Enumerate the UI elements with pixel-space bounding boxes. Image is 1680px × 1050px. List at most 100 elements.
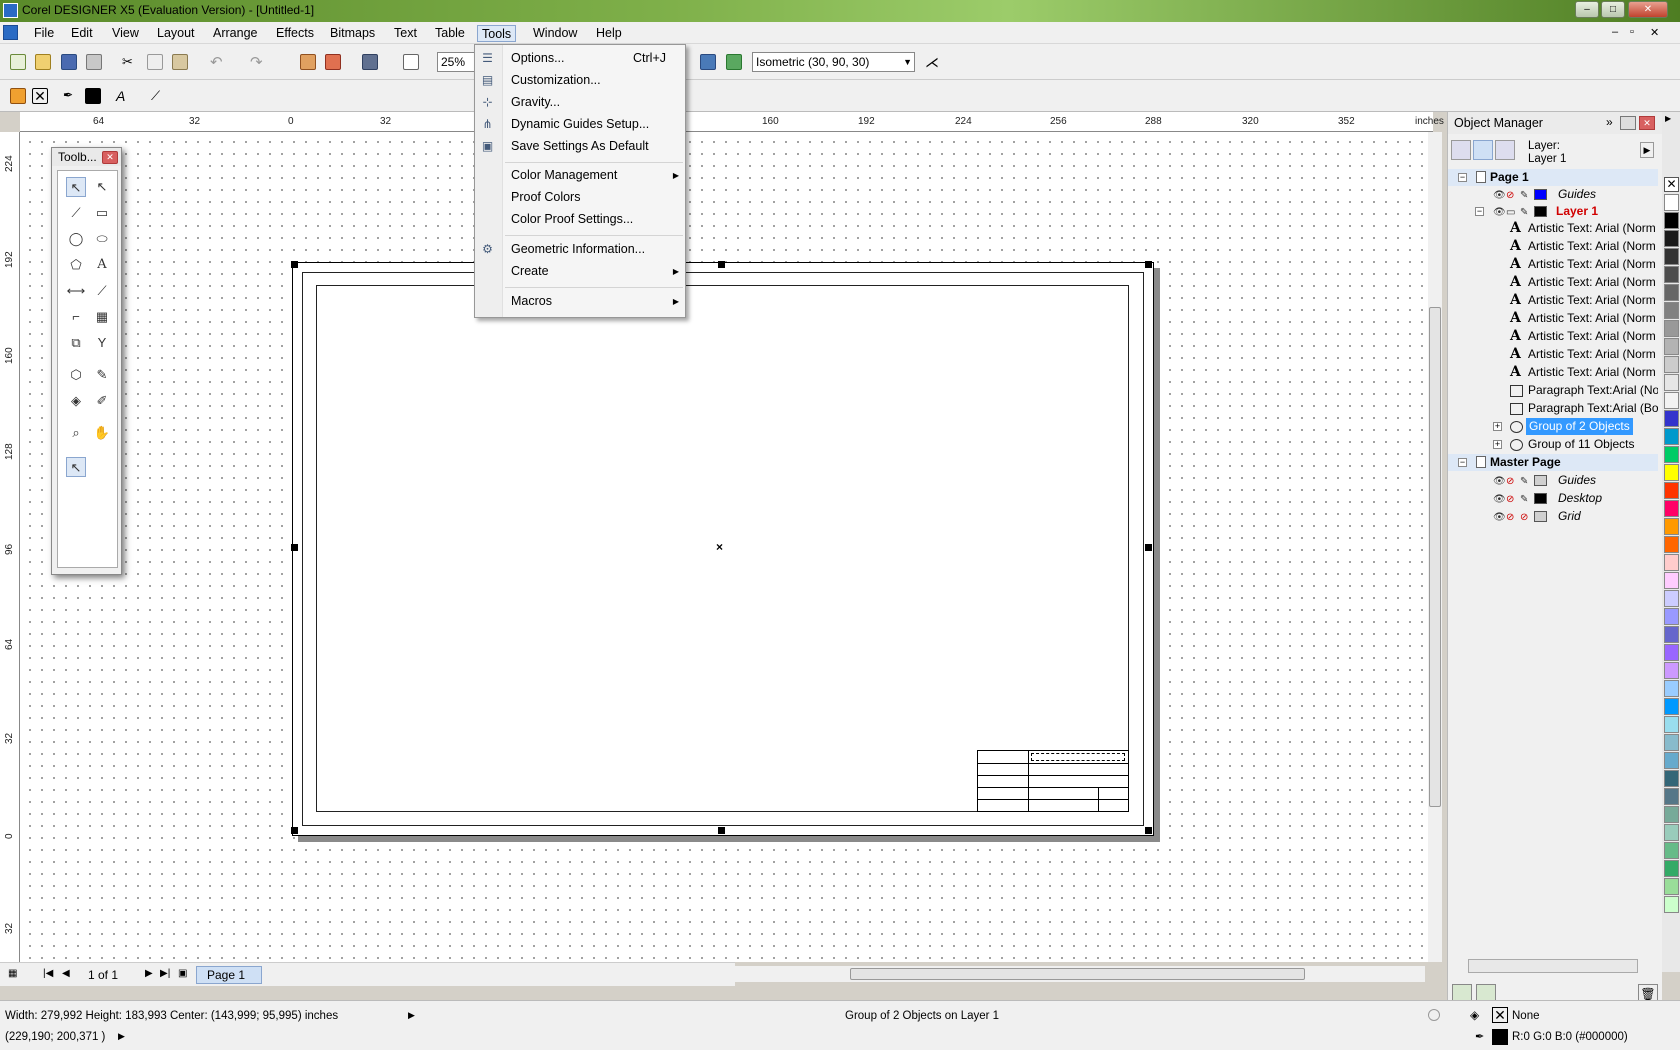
vertical-ruler[interactable]: 224 192 160 128 96 64 32 0 32 <box>0 132 20 962</box>
page-options-icon[interactable]: ▦ <box>8 968 17 979</box>
shape-tool-icon[interactable]: ↖ <box>92 177 112 197</box>
panel-close-icon[interactable]: ✕ <box>1639 116 1655 130</box>
palette-swatch[interactable] <box>1664 734 1679 751</box>
extrude-tool-icon[interactable]: ⬡ <box>66 365 86 385</box>
object-row[interactable]: A Artistic Text: Arial (Norm <box>1448 256 1658 273</box>
palette-swatch[interactable] <box>1664 230 1679 247</box>
fill-icon[interactable] <box>10 88 26 104</box>
pointer-tool-icon[interactable]: ↖ <box>66 457 86 477</box>
selection-handle[interactable] <box>1145 827 1152 834</box>
zoom-level-select[interactable]: 25% <box>437 52 477 72</box>
menu-gravity[interactable]: ⊹ Gravity... <box>475 92 685 113</box>
selection-handle[interactable] <box>718 261 725 268</box>
palette-swatch[interactable] <box>1664 302 1679 319</box>
next-page-icon[interactable]: ▶ <box>145 968 153 979</box>
group-row-selected[interactable]: + Group of 2 Objects <box>1448 418 1658 435</box>
palette-swatch[interactable] <box>1664 878 1679 895</box>
menu-customization[interactable]: ▤ Customization... <box>475 70 685 91</box>
object-row[interactable]: A Artistic Text: Arial (Norm <box>1448 292 1658 309</box>
connector-tool-icon[interactable]: ⟋ <box>92 281 112 301</box>
object-row[interactable]: A Artistic Text: Arial (Norm <box>1448 310 1658 327</box>
show-object-properties-icon[interactable] <box>1473 140 1493 160</box>
print-disabled-icon[interactable]: ⊘ <box>1506 509 1514 525</box>
palette-swatch[interactable] <box>1664 572 1679 589</box>
application-launcher-icon[interactable] <box>362 54 378 70</box>
vertical-scrollbar[interactable] <box>1428 132 1442 962</box>
palette-swatch[interactable] <box>1664 212 1679 229</box>
callout-tool-icon[interactable]: ⌐ <box>66 307 86 327</box>
palette-swatch[interactable] <box>1664 752 1679 769</box>
menu-dynamic-guides[interactable]: ⋔ Dynamic Guides Setup... <box>475 114 685 135</box>
palette-swatch[interactable] <box>1664 554 1679 571</box>
menu-color-proof-settings[interactable]: Color Proof Settings... <box>475 209 685 230</box>
palette-swatch[interactable] <box>1664 338 1679 355</box>
menu-table[interactable]: Table <box>431 25 469 42</box>
palette-swatch[interactable] <box>1664 860 1679 877</box>
mdi-close-icon[interactable]: ✕ <box>1650 26 1659 39</box>
polygon-tool-icon[interactable]: ⬠ <box>66 255 86 275</box>
dimension-tool-icon[interactable]: ⟷ <box>66 281 86 301</box>
save-icon[interactable] <box>61 54 77 70</box>
object-row[interactable]: A Artistic Text: Arial (Norm <box>1448 328 1658 345</box>
menu-help[interactable]: Help <box>592 25 626 42</box>
palette-swatch[interactable] <box>1664 248 1679 265</box>
palette-swatch[interactable] <box>1664 698 1679 715</box>
fill-tool-icon[interactable]: ◈ <box>66 391 86 411</box>
object-row[interactable]: A Artistic Text: Arial (Norm <box>1448 220 1658 237</box>
panel-minimize-icon[interactable] <box>1620 116 1636 130</box>
blend-tool-icon[interactable]: Y <box>92 333 112 353</box>
horizontal-ruler[interactable]: 64 32 0 32 160 192 224 256 288 320 352 i… <box>20 112 1444 132</box>
object-manager-hscroll[interactable] <box>1468 959 1638 973</box>
palette-swatch[interactable] <box>1664 356 1679 373</box>
palette-swatch[interactable] <box>1664 626 1679 643</box>
palette-swatch[interactable] <box>1664 266 1679 283</box>
last-page-icon[interactable]: ▶| <box>160 968 170 979</box>
maximize-button[interactable]: □ <box>1601 1 1625 18</box>
palette-swatch[interactable] <box>1664 446 1679 463</box>
no-fill-icon[interactable]: ✕ <box>32 88 48 104</box>
undo-icon[interactable]: ↶ <box>210 53 226 71</box>
full-screen-preview-icon[interactable] <box>403 54 419 70</box>
palette-swatch[interactable] <box>1664 284 1679 301</box>
menu-tools[interactable]: Tools <box>477 25 517 42</box>
visibility-eye-icon[interactable]: 👁 <box>1493 204 1506 220</box>
table-tool-icon[interactable]: ▦ <box>92 307 112 327</box>
menu-macros[interactable]: Macros ▶ <box>475 291 685 312</box>
group-row[interactable]: + Group of 11 Objects <box>1448 436 1658 453</box>
selection-handle[interactable] <box>1145 261 1152 268</box>
toolbox-close-icon[interactable]: ✕ <box>102 151 118 164</box>
page-tab[interactable]: Page 1 <box>196 966 262 984</box>
printer-icon[interactable]: ▭ <box>1506 204 1515 220</box>
object-row[interactable]: A Artistic Text: Arial (Norm <box>1448 364 1658 381</box>
pick-tool-icon[interactable]: ↖ <box>66 177 86 197</box>
eyedropper-tool-icon[interactable]: ✎ <box>92 365 112 385</box>
new-document-icon[interactable] <box>10 54 26 70</box>
menu-effects[interactable]: Effects <box>272 25 318 42</box>
palette-swatch[interactable] <box>1664 662 1679 679</box>
palette-swatch[interactable] <box>1664 392 1679 409</box>
palette-scroll-up-icon[interactable]: ▶ <box>1665 114 1671 123</box>
object-row[interactable]: A Artistic Text: Arial (Norm <box>1448 274 1658 291</box>
first-page-icon[interactable]: |◀ <box>43 968 53 979</box>
edit-pencil-icon[interactable]: ✎ <box>1520 187 1528 203</box>
title-block[interactable] <box>977 750 1129 812</box>
menu-arrange[interactable]: Arrange <box>209 25 261 42</box>
palette-swatch[interactable] <box>1664 536 1679 553</box>
toolbox-panel[interactable]: Toolb... ✕ ↖ ↖ ⟋ ▭ ◯ ⬭ ⬠ A ⟷ ⟋ ⌐ ▦ ⧉ Y ⬡… <box>51 147 122 575</box>
master-guides-row[interactable]: 👁 ⊘ ✎ Guides <box>1448 472 1658 489</box>
master-grid-row[interactable]: 👁 ⊘ ⊘ Grid <box>1448 508 1658 525</box>
copy-icon[interactable] <box>147 54 163 70</box>
selection-handle[interactable] <box>718 827 725 834</box>
close-button[interactable]: ✕ <box>1628 1 1668 18</box>
line-tool-icon[interactable]: ⟋ <box>66 203 86 223</box>
no-color-swatch[interactable]: ✕ <box>1664 177 1679 192</box>
palette-swatch[interactable] <box>1664 590 1679 607</box>
outline-tool-icon[interactable]: ✐ <box>92 391 112 411</box>
visibility-eye-icon[interactable]: 👁 <box>1493 187 1506 203</box>
print-disabled-icon[interactable]: ⊘ <box>1506 491 1514 507</box>
curve-tool-icon[interactable]: ⬭ <box>92 229 112 249</box>
horizontal-scroll-thumb[interactable] <box>850 968 1305 980</box>
zoom-tool-icon[interactable]: ⌕ <box>66 423 86 443</box>
open-icon[interactable] <box>35 54 51 70</box>
collapse-icon[interactable]: − <box>1458 173 1467 182</box>
